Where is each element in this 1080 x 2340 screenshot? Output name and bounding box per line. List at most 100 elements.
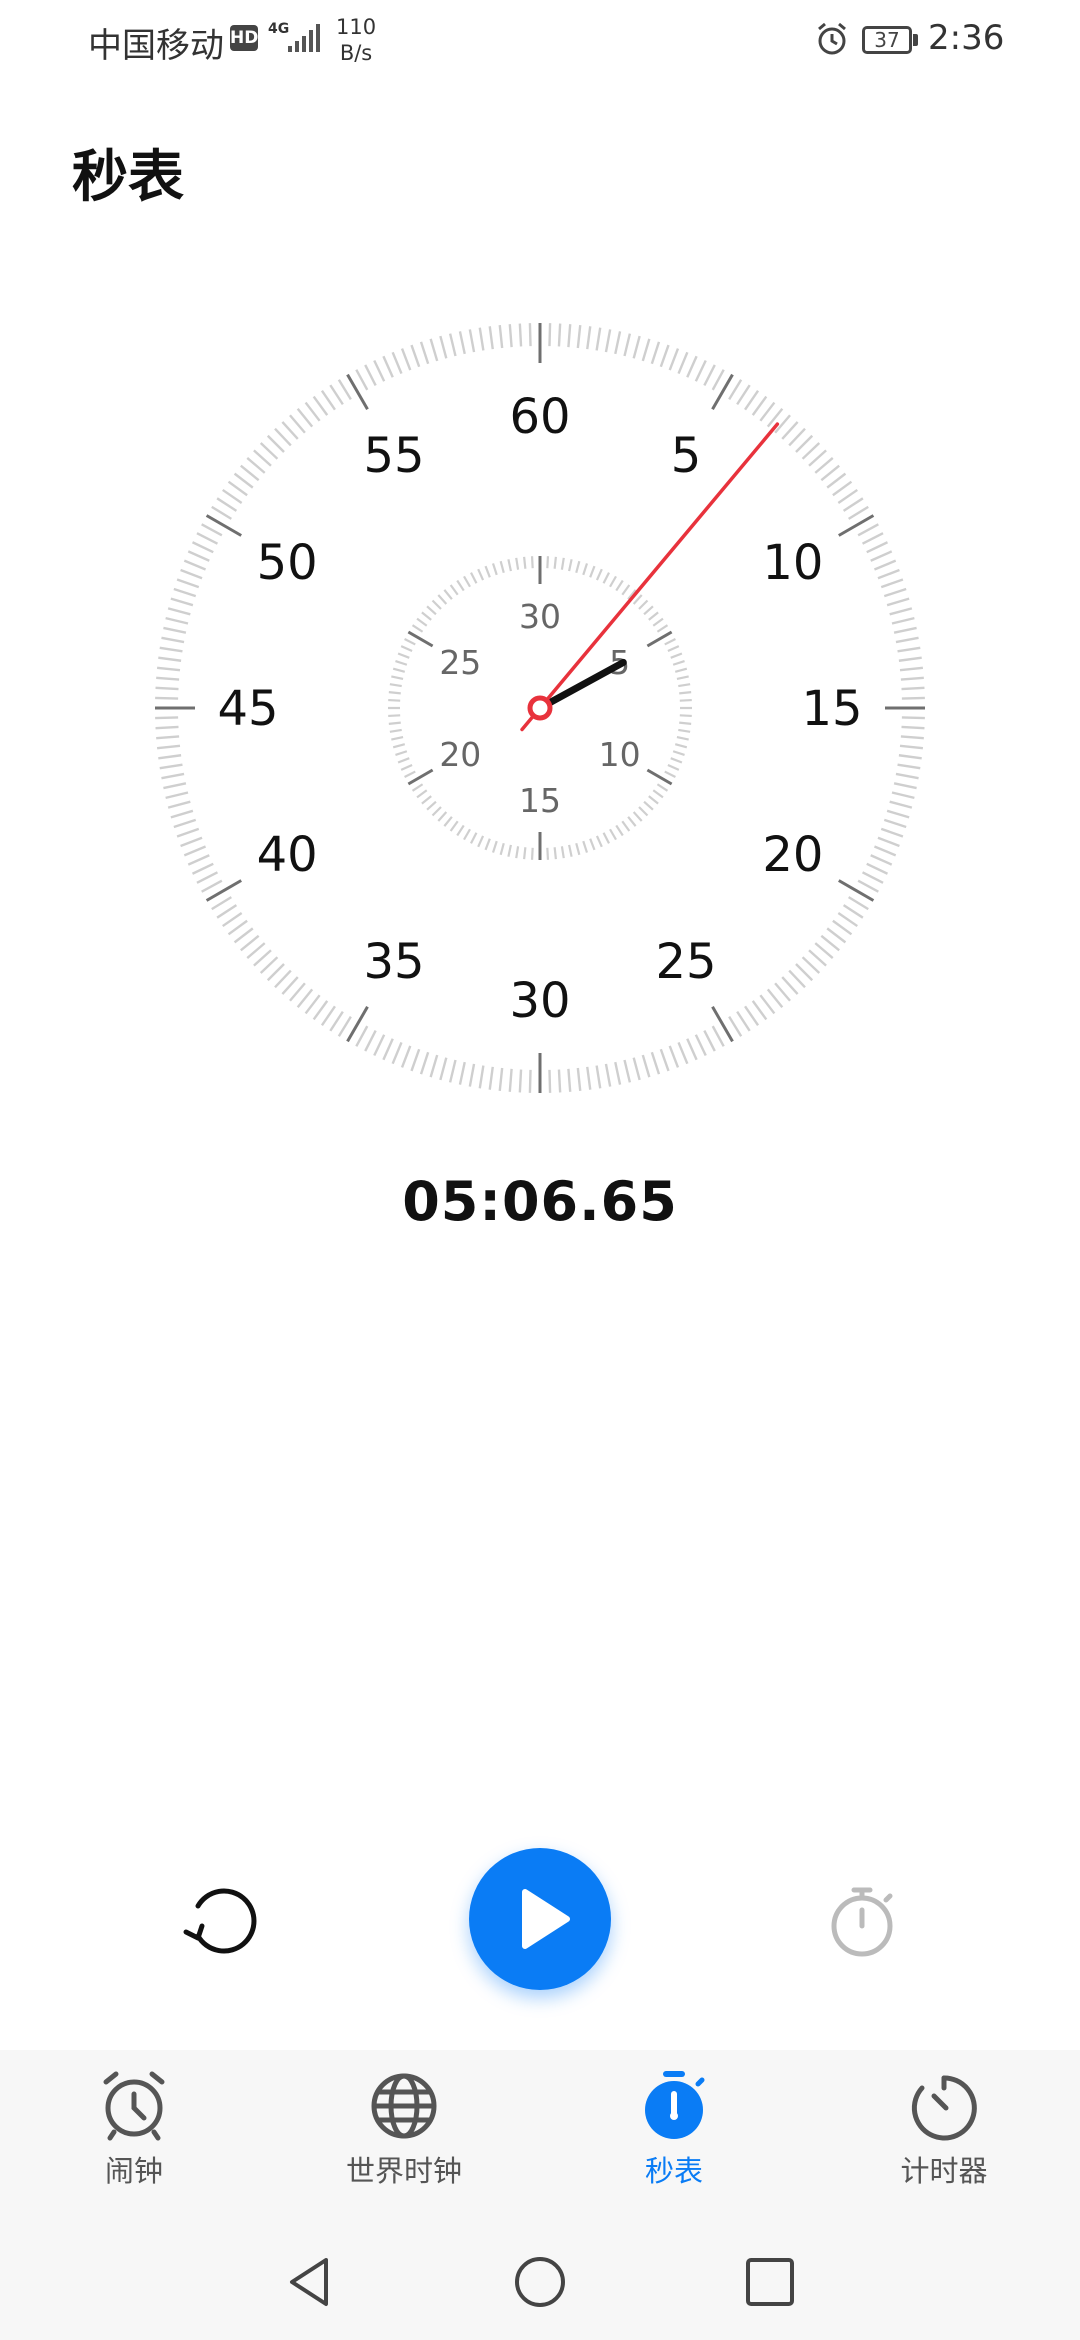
outer-tick bbox=[623, 333, 632, 357]
outer-tick bbox=[346, 1006, 369, 1043]
outer-tick bbox=[614, 1061, 622, 1085]
inner-tick bbox=[437, 811, 448, 822]
outer-tick bbox=[861, 532, 884, 545]
outer-number: 25 bbox=[655, 934, 716, 990]
outer-tick bbox=[205, 879, 242, 902]
outer-tick bbox=[766, 988, 784, 1008]
outer-tick bbox=[873, 559, 897, 571]
outer-tick bbox=[528, 323, 532, 347]
tab-world-clock[interactable]: 世界时钟 bbox=[304, 2070, 504, 2190]
inner-tick bbox=[672, 750, 685, 757]
outer-tick bbox=[439, 335, 448, 359]
inner-tick bbox=[388, 714, 401, 718]
outer-number: 55 bbox=[363, 428, 424, 484]
outer-tick bbox=[196, 871, 219, 884]
inner-tick bbox=[397, 757, 410, 764]
outer-tick bbox=[167, 607, 191, 616]
outer-tick bbox=[870, 550, 893, 562]
outer-tick bbox=[240, 934, 260, 952]
outer-tick bbox=[711, 373, 734, 410]
outer-tick bbox=[312, 395, 329, 416]
lap-button[interactable] bbox=[820, 1880, 904, 1964]
outer-tick bbox=[281, 976, 299, 995]
inner-tick bbox=[627, 816, 637, 827]
outer-tick bbox=[842, 904, 864, 919]
back-button[interactable] bbox=[282, 2254, 338, 2310]
outer-tick bbox=[211, 505, 232, 520]
inner-tick bbox=[678, 728, 691, 733]
outer-tick bbox=[419, 1051, 430, 1075]
inner-tick bbox=[575, 560, 581, 574]
outer-tick bbox=[410, 1048, 421, 1072]
inner-tick bbox=[664, 638, 676, 646]
outer-tick bbox=[488, 1066, 494, 1090]
outer-tick bbox=[751, 1000, 768, 1021]
inner-number: 20 bbox=[439, 735, 481, 774]
tab-label-alarm: 闹钟 bbox=[104, 2154, 163, 2188]
outer-tick bbox=[227, 919, 248, 936]
inner-tick bbox=[553, 847, 557, 860]
inner-tick bbox=[437, 594, 448, 605]
outer-tick bbox=[889, 607, 913, 616]
inner-tick bbox=[443, 816, 453, 827]
inner-tick bbox=[426, 605, 437, 616]
outer-tick bbox=[759, 994, 776, 1015]
recents-button[interactable] bbox=[742, 2254, 798, 2310]
outer-number: 40 bbox=[257, 827, 318, 883]
outer-tick bbox=[216, 497, 238, 512]
inner-tick bbox=[411, 783, 424, 792]
inner-tick bbox=[582, 840, 589, 853]
outer-tick bbox=[901, 696, 925, 700]
home-button[interactable] bbox=[512, 2254, 568, 2310]
outer-tick bbox=[391, 1041, 403, 1065]
inner-tick bbox=[499, 842, 505, 856]
outer-tick bbox=[400, 1045, 412, 1068]
tab-label-stopwatch: 秒表 bbox=[644, 2154, 703, 2188]
inner-tick bbox=[664, 770, 676, 778]
outer-tick bbox=[163, 626, 187, 634]
inner-tick bbox=[589, 838, 596, 851]
outer-tick bbox=[156, 744, 181, 750]
outer-tick bbox=[337, 379, 352, 400]
outer-tick bbox=[766, 408, 784, 428]
outer-tick bbox=[650, 341, 661, 365]
outer-tick bbox=[320, 390, 336, 411]
inner-tick bbox=[595, 835, 603, 848]
outer-tick bbox=[895, 636, 919, 644]
outer-tick bbox=[897, 763, 921, 770]
inner-tick bbox=[389, 683, 402, 688]
start-button[interactable] bbox=[469, 1848, 611, 1990]
tab-alarm[interactable]: 闹钟 bbox=[34, 2070, 234, 2190]
outer-tick bbox=[832, 919, 853, 936]
tab-stopwatch[interactable]: 秒表 bbox=[574, 2070, 774, 2190]
outer-tick bbox=[156, 666, 181, 672]
outer-tick bbox=[866, 862, 889, 875]
inner-tick bbox=[391, 675, 404, 680]
inner-tick bbox=[389, 728, 402, 733]
outer-tick bbox=[659, 344, 670, 368]
outer-tick bbox=[289, 414, 306, 434]
inner-tick bbox=[546, 556, 550, 569]
outer-tick bbox=[880, 827, 904, 838]
outer-tick bbox=[694, 359, 707, 382]
outer-tick bbox=[901, 716, 925, 720]
inner-tick bbox=[523, 556, 527, 569]
outer-tick bbox=[857, 879, 879, 893]
outer-tick bbox=[246, 942, 266, 959]
minute-hand bbox=[536, 658, 627, 712]
outer-tick bbox=[837, 488, 858, 504]
reset-button[interactable] bbox=[176, 1880, 260, 1964]
tab-timer[interactable]: 计时器 bbox=[844, 2070, 1044, 2190]
outer-tick bbox=[861, 871, 884, 884]
outer-tick bbox=[337, 1016, 352, 1037]
outer-tick bbox=[899, 666, 924, 672]
outer-tick bbox=[468, 1063, 476, 1087]
outer-tick bbox=[183, 559, 207, 571]
outer-tick bbox=[458, 331, 466, 355]
inner-tick bbox=[670, 652, 683, 659]
outer-tick bbox=[774, 982, 791, 1002]
outer-tick bbox=[528, 1069, 532, 1093]
inner-tick bbox=[656, 624, 669, 633]
inner-tick bbox=[672, 659, 685, 666]
inner-tick bbox=[679, 714, 692, 718]
